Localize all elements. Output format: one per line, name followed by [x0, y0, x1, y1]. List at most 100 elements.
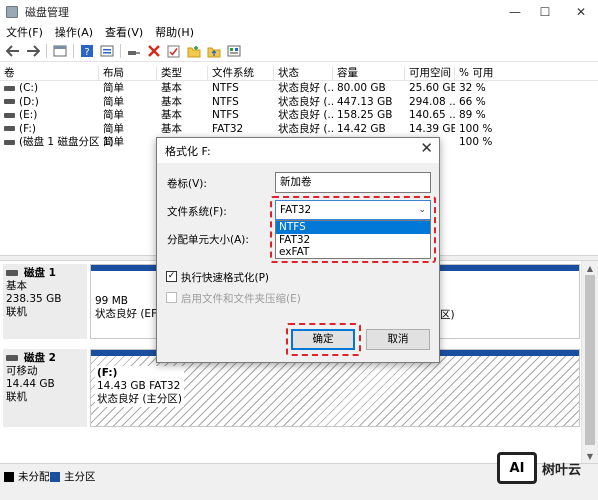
- volume-label-input[interactable]: 新加卷: [275, 172, 431, 193]
- scroll-down-icon[interactable]: ▼: [582, 449, 598, 463]
- partition-title: (F:): [97, 367, 118, 379]
- delete-icon[interactable]: [145, 43, 162, 60]
- legend-primary: 主分区: [50, 469, 96, 484]
- refresh-icon[interactable]: [225, 43, 242, 60]
- back-arrow-icon[interactable]: [4, 43, 21, 60]
- volume-percent-free: 66 %: [459, 95, 486, 108]
- console-icon[interactable]: [51, 43, 68, 60]
- help-icon[interactable]: ?: [78, 43, 95, 60]
- volume-status: 状态良好 (...: [278, 82, 333, 94]
- volume-name: (C:): [19, 82, 39, 94]
- drive-icon: [4, 126, 15, 131]
- volume-type: 基本: [161, 82, 182, 94]
- volume-percent-free: 89 %: [459, 109, 486, 121]
- toolbar-separator: [46, 44, 47, 58]
- menu-action[interactable]: 操作(A): [55, 24, 93, 40]
- volume-list-header: 卷 布局 类型 文件系统 状态 容量 可用空间 % 可用: [0, 66, 598, 81]
- volume-filesystem: NTFS: [212, 95, 239, 108]
- disk-management-app-icon: [6, 6, 18, 18]
- scroll-thumb[interactable]: [585, 275, 595, 445]
- volume-row[interactable]: (E:) 简单 基本 NTFS 状态良好 (... 158.25 GB 140.…: [0, 109, 598, 123]
- volume-status: 状态良好 (...: [278, 122, 333, 135]
- disk-2-label[interactable]: 磁盘 2 可移动 14.44 GB 联机: [3, 349, 87, 427]
- menu-help[interactable]: 帮助(H): [155, 24, 194, 40]
- volume-status: 状态良好 (...: [278, 95, 333, 108]
- compression-checkbox[interactable]: [166, 292, 177, 303]
- disk-1-label[interactable]: 磁盘 1 基本 238.35 GB 联机: [3, 264, 87, 339]
- volume-filesystem: NTFS: [212, 109, 239, 121]
- partition-status: 状态良好 (主分区): [97, 393, 183, 405]
- column-header-status[interactable]: 状态: [274, 66, 333, 81]
- dialog-title: 格式化 F:: [165, 145, 211, 158]
- menu-bar: 文件(F) 操作(A) 查看(V) 帮助(H): [0, 24, 598, 40]
- disk-name: 磁盘 1: [24, 267, 56, 279]
- volume-name: (F:): [19, 122, 36, 135]
- partition-size: 14.43 GB FAT32: [97, 380, 181, 392]
- toolbar-separator: [120, 44, 121, 58]
- scroll-up-icon[interactable]: ▲: [582, 261, 598, 275]
- partition-bar: [436, 265, 579, 271]
- drive-icon: [4, 85, 15, 91]
- column-header-capacity[interactable]: 容量: [333, 66, 405, 81]
- column-header-percent-free[interactable]: % 可用: [455, 66, 598, 81]
- column-header-free-space[interactable]: 可用空间: [405, 66, 455, 81]
- graph-scrollbar[interactable]: ▲ ▼: [581, 261, 598, 463]
- volume-free-space: 294.08 ...: [409, 95, 455, 108]
- menu-file[interactable]: 文件(F): [6, 24, 43, 40]
- svg-text:?: ?: [84, 47, 89, 58]
- disk-status: 联机: [6, 391, 27, 403]
- volume-free-space: 140.65 ...: [409, 109, 455, 121]
- volume-percent-free: 100 %: [459, 122, 493, 135]
- disk-1-primary-partition[interactable]: 区): [435, 264, 580, 339]
- connect-icon[interactable]: [125, 43, 142, 60]
- disk-type: 可移动: [6, 365, 38, 377]
- menu-view[interactable]: 查看(V): [105, 24, 143, 40]
- volume-filesystem: NTFS: [212, 82, 239, 94]
- volume-capacity: 80.00 GB: [337, 82, 386, 94]
- disk-type: 基本: [6, 280, 27, 292]
- column-header-volume[interactable]: 卷: [0, 66, 99, 81]
- volume-filesystem: FAT32: [212, 122, 244, 135]
- folder-up-icon[interactable]: [205, 43, 222, 60]
- volume-capacity: 14.42 GB: [337, 122, 386, 135]
- new-folder-icon[interactable]: [185, 43, 202, 60]
- volume-type: 基本: [161, 122, 182, 135]
- volume-name: (D:): [19, 95, 39, 108]
- minimize-button[interactable]: —: [500, 2, 530, 22]
- legend-label: 未分配: [18, 471, 50, 483]
- volume-row[interactable]: (F:) 简单 基本 FAT32 状态良好 (... 14.42 GB 14.3…: [0, 123, 598, 137]
- disk-icon: [6, 355, 18, 361]
- drive-icon: [4, 139, 15, 145]
- cancel-button[interactable]: 取消: [366, 329, 430, 350]
- volume-layout: 简单: [103, 109, 124, 121]
- maximize-button[interactable]: ☐: [530, 2, 560, 22]
- allocation-unit-label: 分配单元大小(A):: [167, 234, 249, 246]
- volume-status: 状态良好 (...: [278, 109, 333, 121]
- close-button[interactable]: ✕: [566, 2, 596, 22]
- disk-name: 磁盘 2: [24, 352, 56, 364]
- volume-row[interactable]: (D:) 简单 基本 NTFS 状态良好 (... 447.13 GB 294.…: [0, 96, 598, 110]
- volume-layout: 简单: [103, 136, 124, 148]
- properties-icon[interactable]: [98, 43, 115, 60]
- legend-label: 主分区: [64, 471, 96, 483]
- volume-layout: 简单: [103, 82, 124, 94]
- volume-percent-free: 100 %: [459, 136, 493, 148]
- volume-row[interactable]: (C:) 简单 基本 NTFS 状态良好 (... 80.00 GB 25.60…: [0, 82, 598, 96]
- check-icon[interactable]: [165, 43, 182, 60]
- dialog-close-icon[interactable]: ✕: [420, 139, 433, 157]
- volume-free-space: 14.39 GB: [409, 122, 455, 135]
- volume-label-label: 卷标(V):: [167, 178, 207, 190]
- toolbar-separator: [73, 44, 74, 58]
- volume-type: 基本: [161, 109, 182, 121]
- quick-format-checkbox[interactable]: ✓: [166, 271, 177, 282]
- forward-arrow-icon[interactable]: [24, 43, 41, 60]
- legend-unallocated: 未分配: [4, 469, 50, 484]
- highlight-annotation: [270, 196, 436, 263]
- disk-size: 238.35 GB: [6, 293, 62, 305]
- column-header-type[interactable]: 类型: [157, 66, 208, 81]
- volume-type: 基本: [161, 95, 182, 108]
- column-header-layout[interactable]: 布局: [99, 66, 157, 81]
- partition-status: 区): [440, 309, 455, 321]
- column-header-filesystem[interactable]: 文件系统: [208, 66, 274, 81]
- file-system-label: 文件系统(F):: [167, 206, 227, 218]
